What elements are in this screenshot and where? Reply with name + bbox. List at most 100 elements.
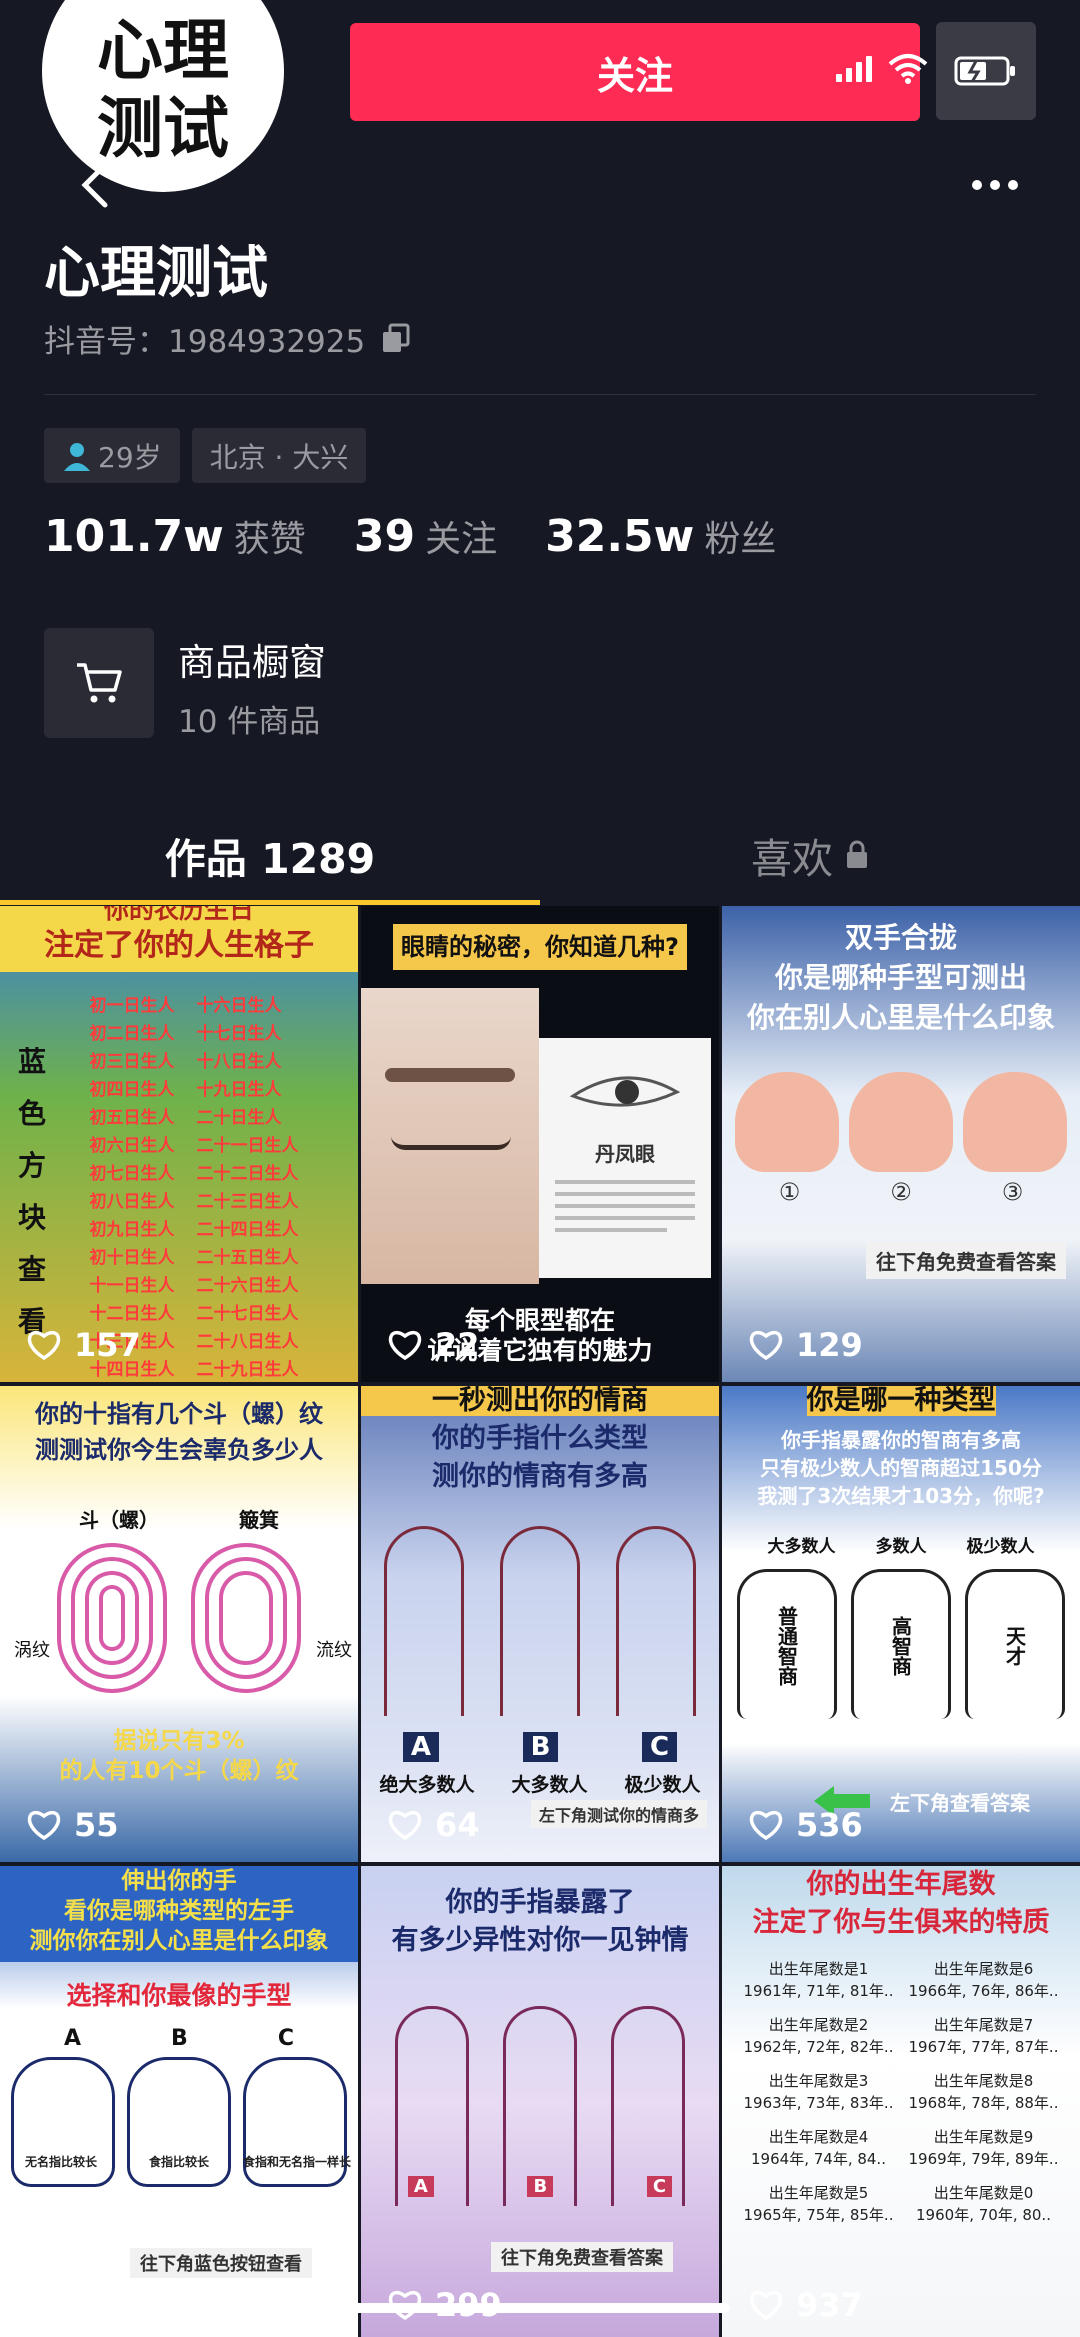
- birth-year-cell: 1967年, 77年, 87年..: [908, 2038, 1059, 2056]
- finger-shape: [500, 1526, 580, 1716]
- birth-year-row: 1963年, 73年, 83年.. 1968年, 78年, 88年..: [736, 2092, 1066, 2114]
- video-like-count: 536: [748, 1806, 863, 1844]
- lock-icon: [847, 840, 867, 868]
- eyebrow: [385, 1068, 515, 1082]
- video-like-count: 129: [748, 1326, 863, 1364]
- stat-following[interactable]: 39 关注: [354, 510, 497, 562]
- thumbnail-title-line3: 我测了3次结果才103分，你呢?: [757, 1484, 1045, 1508]
- hand-groups: 大多数人 多数人 极少数人: [768, 1532, 1035, 1557]
- thumbnail-content: 你的十指有几个斗（螺）纹 测测试你今生会辜负多少人 斗（螺） 簸箕 涡纹 流纹 …: [0, 1386, 358, 1862]
- date-list-item: 初三日生人: [89, 1052, 175, 1072]
- date-list-item: 二十四日生人: [196, 1220, 299, 1240]
- finger-letter-c: C: [642, 1732, 678, 1762]
- birth-year-row: 出生年尾数是5 出生年尾数是0: [736, 2182, 1066, 2204]
- palm-shape: [849, 1072, 953, 1172]
- date-list-item: 二十九日生人: [196, 1360, 299, 1380]
- video-thumbnail[interactable]: 你是哪一种类型 你手指暴露你的智商有多高 只有极少数人的智商超过150分 我测了…: [722, 1386, 1080, 1862]
- fingerprint-labels-top: 斗（螺） 簸箕: [79, 1504, 279, 1533]
- video-like-count: 55: [26, 1806, 119, 1844]
- home-indicator[interactable]: [350, 2303, 730, 2313]
- heart-icon: [749, 1330, 783, 1361]
- like-count-text: 129: [796, 1326, 863, 1364]
- copy-icon[interactable]: [379, 322, 413, 356]
- thumbnail-caption: 据说只有3% 的人有10个斗（螺）纹: [0, 1726, 358, 1786]
- date-list-item: 十六日生人: [196, 996, 282, 1016]
- thumbnail-title: 你手指暴露你的智商有多高 只有极少数人的智商超过150分 我测了3次结果才103…: [722, 1416, 1080, 1516]
- birth-year-cell: 1964年, 74年, 84..: [751, 2150, 886, 2168]
- video-thumbnail[interactable]: 你的农历生日 注定了你的人生格子 蓝色方块查看 初一日生人 初二日生人 初三日生人初…: [0, 906, 358, 1382]
- shop-window-button[interactable]: [44, 628, 154, 738]
- heart-icon: [27, 1810, 61, 1841]
- finger-letter-a: A: [407, 2176, 434, 2197]
- birth-year-row: 出生年尾数是2 出生年尾数是7: [736, 2014, 1066, 2036]
- finger-letters: A B C: [361, 1732, 719, 1762]
- profile-name: 心理测试: [44, 241, 268, 306]
- birth-year-cell: 出生年尾数是6: [933, 1960, 1034, 1978]
- thumbnail-title-line2: 只有极少数人的智商超过150分: [760, 1456, 1042, 1480]
- finger-caption-c: 极少数人: [624, 1774, 701, 1796]
- chevron-left-icon: [81, 162, 108, 208]
- thumbnail-title-banner: 你是哪一种类型: [806, 1386, 996, 1416]
- date-list-item: 初五日生人: [89, 1108, 175, 1128]
- thumbnail-footer: 往下角免费查看答案: [491, 2242, 673, 2272]
- video-thumbnail[interactable]: 双手合拢 你是哪种手型可测出 你在别人心里是什么印象 ① ② ③ 往下角免费查看…: [722, 906, 1080, 1382]
- video-thumbnail[interactable]: 你的手指暴露了 有多少异性对你一见钟情 A B C 往下角免费查看答案 299: [361, 1866, 719, 2337]
- more-options-button[interactable]: [955, 160, 1035, 210]
- follow-button[interactable]: 关注: [350, 23, 920, 121]
- heart-icon: [27, 1330, 61, 1361]
- video-thumbnail[interactable]: 眼睛的秘密，你知道几种? 丹凤眼 每个眼型都在 诉说着它独有的魅力 22: [361, 906, 719, 1382]
- tab-active-indicator: [0, 900, 540, 905]
- eye-text-lines: [555, 1172, 695, 1240]
- stat-likes[interactable]: 101.7w 获赞: [44, 510, 306, 562]
- date-list-item: 二十五日生人: [196, 1248, 299, 1268]
- location-tag-label: 北京 · 大兴: [209, 440, 349, 474]
- thumbnail-title-line1: 你的十指有几个斗（螺）纹: [35, 1400, 323, 1428]
- profile-tags: 29岁 北京 · 大兴: [44, 428, 367, 483]
- palms-row: [735, 1072, 1067, 1172]
- thumbnail-title-line2: 注定了你与生俱来的特质: [752, 1907, 1050, 1938]
- video-thumbnail[interactable]: 伸出你的手 看你是哪种类型的左手 测你你在别人心里是什么印象 选择和你最像的手型…: [0, 1866, 358, 2337]
- video-like-count: 157: [26, 1326, 141, 1364]
- thumbnail-list-left: 初一日生人 初二日生人 初三日生人 初四日生人 初五日生人 初六日生人 初七日生人 初八日生人…: [90, 992, 175, 1382]
- video-thumbnail[interactable]: 你的出生年尾数 注定了你与生俱来的特质 出生年尾数是1 出生年尾数是6 1961年,…: [722, 1866, 1080, 2337]
- hand-label-1: 普通智商: [774, 1605, 799, 1686]
- video-thumbnail[interactable]: 一秒测出你的情商 你的手指什么类型 测你的情商有多高 A B C 绝大多数人 大…: [361, 1386, 719, 1862]
- back-button[interactable]: [60, 150, 130, 220]
- hand-shape: 高智商: [851, 1569, 951, 1719]
- thumbnail-title-line1: 伸出你的手: [121, 1868, 237, 1894]
- birth-year-cell: 1965年, 75年, 85年..: [743, 2206, 894, 2224]
- thumbnail-footer: 左下角测试你的情商多: [530, 1800, 707, 1828]
- divider: [44, 394, 1036, 395]
- heart-icon: [388, 1330, 422, 1361]
- stat-followers[interactable]: 32.5w 粉丝: [545, 510, 776, 562]
- date-list-item: 初六日生人: [89, 1136, 175, 1156]
- date-list-item: 初九日生人: [89, 1220, 175, 1240]
- video-like-count: 93: [26, 2286, 119, 2324]
- thumbnail-list-right: 十六日生人 十七日生人 十八日生人 十九日生人 二十日生人 二十一日生人 二十二日生人 二十三…: [197, 992, 299, 1382]
- thumbnail-title-line2: 测你的情商有多高: [432, 1461, 648, 1492]
- date-list-item: 二十一日生人: [196, 1136, 299, 1156]
- video-thumbnail[interactable]: 你的十指有几个斗（螺）纹 测测试你今生会辜负多少人 斗（螺） 簸箕 涡纹 流纹 …: [0, 1386, 358, 1862]
- thumbnail-title-line1: 你的手指什么类型: [432, 1423, 648, 1454]
- date-list-item: 二十三日生人: [196, 1192, 299, 1212]
- thumbnail-title-line2: 看你是哪种类型的左手: [64, 1898, 294, 1924]
- hand-letter-a: A: [64, 2026, 82, 2051]
- birth-year-cell: 1960年, 70年, 80..: [916, 2206, 1051, 2224]
- shop-window-title[interactable]: 商品橱窗: [178, 632, 326, 686]
- eye-photo: [361, 988, 539, 1284]
- palm-option-3: ③: [1001, 1178, 1024, 1206]
- signal-icon: [836, 54, 872, 82]
- palm-shape: [735, 1072, 839, 1172]
- thumbnail-title: 你的手指暴露了 有多少异性对你一见钟情: [361, 1866, 719, 1966]
- tab-likes[interactable]: 喜欢: [540, 810, 1080, 900]
- hand-notes: 无名指比较长 食指比较长 食指和无名指一样长: [6, 2153, 352, 2170]
- age-tag: 29岁: [44, 428, 180, 483]
- birth-year-row: 1965年, 75年, 85年.. 1960年, 70年, 80..: [736, 2204, 1066, 2226]
- stat-likes-label: 获赞: [233, 519, 306, 560]
- stat-followers-value: 32.5w: [545, 511, 695, 562]
- tab-works[interactable]: 作品 1289: [0, 810, 540, 900]
- like-count-text: 55: [74, 1806, 119, 1844]
- palm-option-2: ②: [890, 1178, 912, 1206]
- thumbnail-content: 你的出生年尾数 注定了你与生俱来的特质 出生年尾数是1 出生年尾数是6 1961年,…: [722, 1866, 1080, 2337]
- thumbnail-subtitle: 选择和你最像的手型: [66, 1981, 292, 2010]
